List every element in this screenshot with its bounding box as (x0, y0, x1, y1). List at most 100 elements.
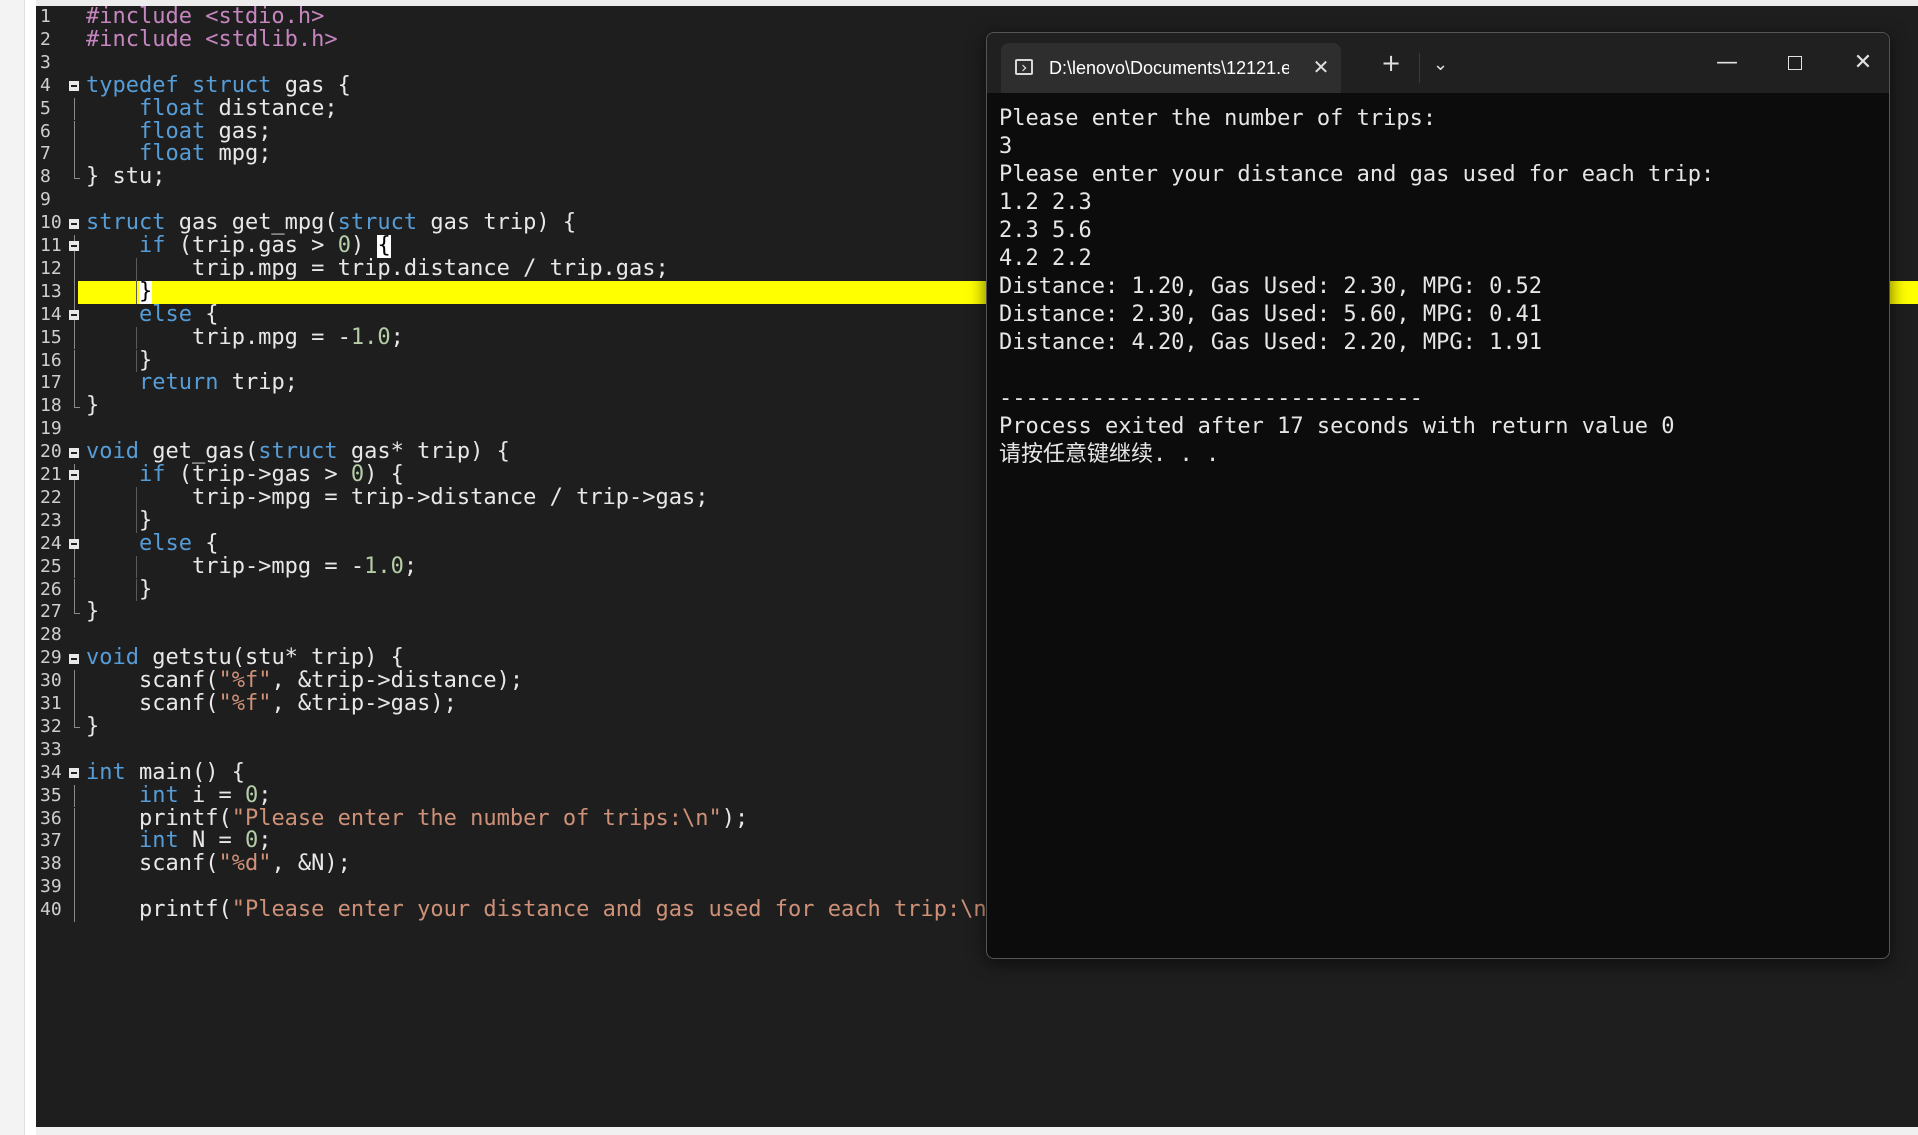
code-token: printf( (86, 805, 232, 831)
fold-toggle-icon[interactable] (69, 447, 79, 458)
code-token: struct (337, 210, 431, 236)
line-number: 34 (40, 761, 62, 783)
code-token: int (138, 828, 192, 854)
code-token: float (138, 118, 219, 144)
code-text: #include <stdio.h> (86, 6, 324, 29)
code-token: scanf( (86, 851, 219, 877)
code-token: get_gas( (152, 439, 259, 465)
line-number: 6 (40, 120, 51, 142)
close-button[interactable]: ✕ (1843, 45, 1883, 81)
fold-guide (74, 807, 75, 831)
fold-toggle-icon[interactable] (69, 241, 79, 252)
tab-close-icon[interactable]: ✕ (1307, 53, 1335, 81)
code-text: trip.mpg = trip.distance / trip.gas; (86, 257, 669, 281)
code-token: ); (721, 805, 749, 831)
line-number: 29 (40, 647, 62, 669)
console-output-line: Process exited after 17 seconds with ret… (999, 414, 1675, 439)
code-token: mpg; (218, 141, 272, 167)
console-output-line: 4.2 2.2 (999, 246, 1092, 271)
code-token: getstu(stu* trip) { (152, 645, 404, 671)
fold-toggle-icon[interactable] (69, 218, 79, 229)
line-number: 16 (40, 349, 62, 371)
fold-toggle-icon[interactable] (69, 81, 79, 92)
code-token: , &trip->gas); (271, 691, 457, 716)
console-output-line: Please enter your distance and gas used … (999, 162, 1715, 187)
fold-guide (74, 257, 75, 281)
code-token: scanf( (86, 691, 219, 716)
console-tab[interactable]: D:\lenovo\Documents\12121.exe ✕ (1001, 43, 1341, 93)
line-number: 8 (40, 166, 51, 188)
code-text: scanf("%d", &N); (86, 851, 351, 877)
code-text: } (86, 279, 153, 304)
line-number: 19 (40, 418, 62, 440)
code-token: 0 (350, 462, 365, 487)
fold-toggle-icon[interactable] (69, 768, 79, 779)
console-titlebar[interactable]: D:\lenovo\Documents\12121.exe ✕ + ⌄ — ✕ (987, 33, 1889, 93)
new-tab-button[interactable]: + (1381, 49, 1401, 77)
code-token: ) { (364, 462, 404, 487)
minimize-button[interactable]: — (1707, 45, 1747, 81)
code-token: } (86, 576, 153, 602)
fold-guide (74, 830, 75, 854)
code-line[interactable]: 1 #include <stdio.h> (36, 6, 1918, 29)
line-number: 25 (40, 555, 62, 577)
code-token: 0 (244, 828, 259, 854)
editor-bottom-bar (36, 1127, 1918, 1135)
code-text: if (trip->gas > 0) { (86, 462, 404, 487)
line-number: 38 (40, 853, 62, 875)
code-text: printf("Please enter your distance and g… (86, 897, 1026, 923)
fold-toggle-icon[interactable] (69, 653, 79, 664)
code-token: ; (258, 828, 272, 854)
fold-guide-end (74, 715, 75, 728)
code-token: , &trip->distance); (271, 668, 524, 694)
code-token: void (86, 439, 153, 465)
code-text: typedef struct gas { (86, 74, 351, 98)
fold-guide-tick (74, 612, 80, 614)
maximize-button[interactable] (1775, 45, 1815, 81)
code-token: 1.0 (350, 324, 391, 350)
code-text: } (86, 349, 152, 373)
console-output[interactable]: Please enter the number of trips: 3 Please… (999, 105, 1879, 469)
code-text: void get_gas(struct gas* trip) { (86, 439, 510, 465)
line-number: 18 (40, 395, 62, 417)
fold-guide (74, 670, 75, 693)
code-text: scanf("%f", &trip->distance); (86, 668, 524, 694)
fold-guide-tick (74, 727, 80, 729)
code-token: float (138, 95, 219, 121)
line-number: 1 (40, 6, 51, 27)
line-number: 14 (40, 303, 62, 325)
console-window[interactable]: D:\lenovo\Documents\12121.exe ✕ + ⌄ — ✕ … (986, 32, 1890, 959)
code-text: } stu; (86, 165, 165, 189)
fold-toggle-icon[interactable] (69, 539, 79, 550)
code-text: else { (86, 530, 218, 556)
fold-guide-end (74, 601, 75, 613)
code-token: else (138, 530, 206, 556)
code-token: gas* trip) { (350, 439, 510, 465)
code-token: ; (403, 553, 418, 579)
fold-guide (74, 349, 75, 373)
line-number: 3 (40, 51, 51, 73)
console-output-line: 请按任意键继续. . . (999, 442, 1220, 467)
line-number: 28 (40, 624, 62, 646)
fold-toggle-icon[interactable] (69, 470, 79, 481)
line-number: 26 (40, 578, 62, 600)
code-text: float gas; (86, 118, 271, 144)
code-text: trip->mpg = -1.0; (86, 553, 418, 579)
chevron-down-icon[interactable]: ⌄ (1433, 51, 1448, 79)
code-text: trip.mpg = -1.0; (86, 324, 404, 350)
code-text: printf("Please enter the number of trips… (86, 805, 749, 831)
line-number: 35 (40, 784, 62, 806)
code-token: int (138, 782, 192, 808)
line-number: 12 (40, 257, 62, 279)
code-token: return (138, 370, 232, 396)
code-token: "Please enter your distance and gas used… (231, 897, 1000, 923)
fold-toggle-icon[interactable] (69, 310, 79, 321)
fold-guide (74, 509, 75, 533)
